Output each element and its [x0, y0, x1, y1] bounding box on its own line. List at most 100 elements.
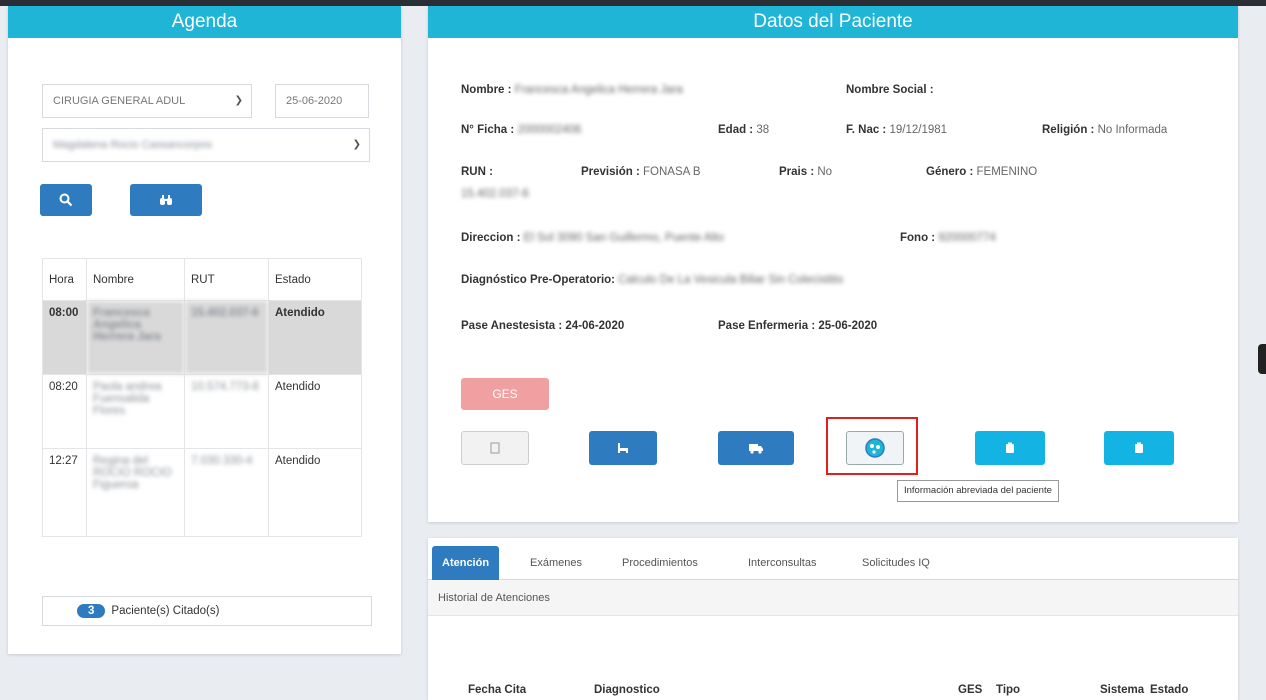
field-run-value: 15.402.037-6: [461, 188, 529, 200]
prevision-label: Previsión :: [581, 166, 640, 178]
chevron-down-icon: ❯: [352, 139, 361, 150]
scroll-handle[interactable]: [1258, 344, 1266, 374]
genero-value: FEMENINO: [976, 166, 1038, 178]
bed-icon: [618, 443, 628, 453]
row-hora: 12:27: [42, 448, 87, 537]
binoculars-button[interactable]: [130, 184, 202, 216]
direccion-label: Direccion :: [461, 232, 521, 244]
highlight-box: [826, 417, 918, 475]
col-estado: Estado: [1150, 684, 1189, 696]
religion-label: Religión :: [1042, 124, 1095, 136]
field-nombre: Nombre : Francesca Angelica Herrera Jara: [461, 84, 683, 96]
row-rut: 7.030.330-4: [184, 448, 269, 537]
specialty-select[interactable]: CIRUGIA GENERAL ADUL ❯: [42, 84, 252, 118]
edad-value: 38: [756, 124, 770, 136]
col-diagnostico: Diagnostico: [594, 684, 660, 696]
bed-button[interactable]: [589, 431, 657, 465]
col-estado: Estado: [268, 258, 362, 301]
edad-label: Edad :: [718, 124, 754, 136]
patients-count-label: Paciente(s) Citado(s): [111, 605, 220, 617]
genero-label: Género :: [926, 166, 974, 178]
table-row[interactable]: 08:00 Francesca Angelica Herrera Jara 15…: [42, 300, 362, 375]
patients-count-badge: 3: [77, 604, 106, 618]
tab-solicitudes-iq[interactable]: Solicitudes IQ: [852, 546, 940, 580]
row-hora: 08:00: [42, 300, 87, 375]
history-header: Historial de Atenciones: [428, 580, 1238, 616]
col-rut: RUT: [184, 258, 269, 301]
tooltip: Información abreviada del paciente: [897, 480, 1059, 502]
prais-value: No: [817, 166, 833, 178]
row-estado: Atendido: [268, 300, 362, 375]
fnac-value: 19/12/1981: [889, 124, 948, 136]
row-nombre: Paola andrea Fuensalida Flores: [86, 374, 185, 449]
field-direccion: Direccion : El Sol 3090 San Guillermo, P…: [461, 232, 724, 244]
doctor-select[interactable]: Magdalena Rocio Cassancorpos ❯: [42, 128, 370, 162]
document-icon: [490, 442, 500, 454]
col-ges: GES: [958, 684, 983, 696]
fnac-label: F. Nac :: [846, 124, 887, 136]
field-fono: Fono : 920000774: [900, 232, 996, 244]
agenda-panel: Agenda CIRUGIA GENERAL ADUL ❯ 25-06-2020…: [8, 6, 401, 654]
date-value: 25-06-2020: [286, 95, 343, 107]
prevision-value: FONASA B: [643, 166, 701, 178]
pase-enfermeria: Pase Enfermeria : 25-06-2020: [718, 320, 878, 332]
row-rut: 10.574.773-8: [184, 374, 269, 449]
row-rut: 15.402.037-6: [184, 300, 269, 375]
field-religion: Religión : No Informada: [1042, 124, 1167, 136]
col-sistema: Sistema: [1100, 684, 1145, 696]
table-row[interactable]: 12:27 Regina del ROCIO ROCIO Figueroa 7.…: [42, 448, 362, 537]
diag-label: Diagnóstico Pre-Operatorio:: [461, 274, 615, 286]
field-nombre-social: Nombre Social :: [846, 84, 934, 96]
row-hora: 08:20: [42, 374, 87, 449]
ambulance-button[interactable]: [718, 431, 794, 465]
pase-anestesista: Pase Anestesista : 24-06-2020: [461, 320, 625, 332]
patient-title: Datos del Paciente: [428, 6, 1238, 38]
nombre-value: Francesca Angelica Herrera Jara: [514, 84, 683, 96]
ficha-label: N° Ficha :: [461, 124, 515, 136]
agenda-title: Agenda: [8, 6, 401, 38]
run-value: 15.402.037-6: [461, 188, 529, 200]
row-nombre: Francesca Angelica Herrera Jara: [86, 300, 185, 375]
religion-value: No Informada: [1097, 124, 1168, 136]
tab-interconsultas[interactable]: Interconsultas: [738, 546, 826, 580]
date-input[interactable]: 25-06-2020: [275, 84, 369, 118]
field-genero: Género : FEMENINO: [926, 166, 1037, 178]
nombre-label: Nombre :: [461, 84, 512, 96]
clipboard-list-button[interactable]: [1104, 431, 1174, 465]
row-estado: Atendido: [268, 374, 362, 449]
field-edad: Edad : 38: [718, 124, 769, 136]
col-tipo: Tipo: [996, 684, 1021, 696]
col-nombre: Nombre: [86, 258, 185, 301]
clipboard-icon: [1006, 442, 1014, 453]
clipboard-list-icon: [1135, 442, 1143, 453]
binoculars-icon: [160, 195, 172, 205]
tab-examenes[interactable]: Exámenes: [520, 546, 592, 580]
clipboard-button[interactable]: [975, 431, 1045, 465]
field-run: RUN :: [461, 166, 493, 178]
doctor-value: Magdalena Rocio Cassancorpos: [53, 139, 212, 151]
tab-atencion[interactable]: Atención: [432, 546, 500, 580]
specialty-value: CIRUGIA GENERAL ADUL: [53, 95, 186, 107]
fono-label: Fono :: [900, 232, 936, 244]
direccion-value: El Sol 3090 San Guillermo, Puente Alto: [523, 232, 724, 244]
row-nombre: Regina del ROCIO ROCIO Figueroa: [86, 448, 185, 537]
ges-button[interactable]: GES: [461, 378, 549, 410]
nombre-social-label: Nombre Social :: [846, 84, 934, 96]
search-icon: [59, 193, 73, 207]
ambulance-icon: [749, 444, 763, 454]
table-row[interactable]: 08:20 Paola andrea Fuensalida Flores 10.…: [42, 374, 362, 449]
agenda-table: Hora Nombre RUT Estado 08:00 Francesca A…: [42, 258, 362, 537]
field-pase-anestesista: Pase Anestesista : 24-06-2020: [461, 320, 624, 332]
ficha-value: 2000002406: [517, 124, 582, 136]
field-ficha: N° Ficha : 2000002406: [461, 124, 581, 136]
run-label: RUN :: [461, 166, 493, 178]
chevron-down-icon: ❯: [234, 95, 243, 106]
field-prevision: Previsión : FONASA B: [581, 166, 701, 178]
prais-label: Prais :: [779, 166, 815, 178]
search-button[interactable]: [40, 184, 92, 216]
tab-procedimientos[interactable]: Procedimientos: [612, 546, 708, 580]
diag-value: Calculo De La Vesicula Biliar Sin Coleci…: [618, 274, 844, 286]
document-button[interactable]: [461, 431, 529, 465]
field-diagnostico: Diagnóstico Pre-Operatorio: Calculo De L…: [461, 274, 843, 286]
fono-value: 920000774: [938, 232, 996, 244]
